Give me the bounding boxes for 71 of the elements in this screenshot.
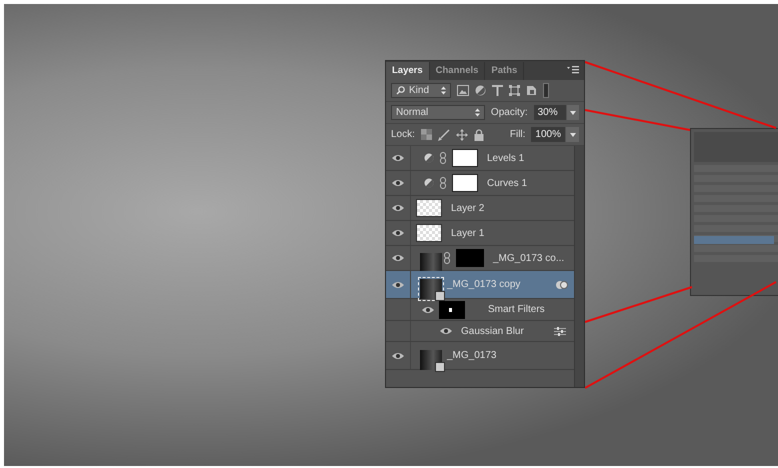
eye-icon[interactable]	[392, 229, 404, 237]
layer-name: _MG_0173	[447, 350, 496, 361]
fill-dropdown-button[interactable]	[566, 127, 579, 142]
eye-icon[interactable]	[440, 327, 452, 335]
transparent-thumbnail	[416, 199, 442, 217]
adjustment-icon	[424, 178, 434, 188]
layer-row[interactable]: _MG_0173 copy	[386, 271, 574, 299]
panel-menu-icon[interactable]	[567, 66, 579, 74]
opacity-dropdown-button[interactable]	[566, 105, 579, 120]
filter-options-icon[interactable]	[554, 326, 566, 336]
fill-label: Fill:	[510, 129, 526, 140]
filter-name: Gaussian Blur	[461, 326, 524, 336]
stepper-icon	[441, 86, 446, 95]
mask-thumbnail	[452, 174, 478, 192]
eye-icon[interactable]	[422, 306, 434, 314]
filter-toggle[interactable]	[543, 83, 549, 98]
opacity-field[interactable]: 30%	[534, 105, 566, 120]
layer-name: Curves 1	[487, 178, 528, 188]
smart-filters-row[interactable]: Smart Filters	[386, 299, 574, 321]
brush-icon[interactable]	[438, 128, 450, 140]
checkerboard-icon[interactable]	[420, 129, 432, 140]
layer-name: Levels 1	[487, 152, 524, 164]
mask-thumbnail	[452, 149, 478, 167]
chain-link-icon	[444, 252, 450, 264]
layer-row[interactable]: Levels 1	[386, 146, 574, 171]
lock-label: Lock:	[391, 129, 415, 140]
chain-link-icon	[440, 177, 446, 189]
mask-thumbnail	[456, 249, 484, 267]
layer-name: Layer 1	[451, 228, 484, 238]
adjustment-icon	[424, 153, 434, 163]
eye-icon[interactable]	[392, 254, 404, 262]
stepper-icon	[474, 108, 480, 117]
filter-dropdown[interactable]: Kind	[391, 83, 451, 98]
smart-object-filter-icon[interactable]	[526, 85, 537, 96]
layer-name: _MG_0173 copy	[447, 279, 520, 290]
caret-icon	[570, 132, 576, 136]
layer-row[interactable]: Layer 2	[386, 196, 574, 221]
caret-icon	[570, 110, 576, 114]
layer-row[interactable]: Layer 1	[386, 221, 574, 246]
smart-object-thumbnail	[420, 278, 442, 298]
chain-link-icon	[440, 152, 446, 164]
eye-icon[interactable]	[392, 280, 404, 288]
layer-row[interactable]: Curves 1	[386, 171, 574, 196]
eye-icon[interactable]	[392, 352, 404, 360]
fill-field[interactable]: 100%	[531, 127, 565, 142]
layer-name: Layer 2	[451, 202, 484, 214]
layer-row[interactable]: _MG_0173	[386, 342, 574, 370]
smart-filter-icon[interactable]	[556, 280, 568, 290]
eye-icon[interactable]	[392, 179, 404, 187]
smart-object-thumbnail	[420, 350, 442, 370]
blend-mode-value: Normal	[396, 107, 430, 118]
adjustment-filter-icon[interactable]	[475, 85, 486, 96]
lock-icon[interactable]	[474, 128, 484, 140]
smart-filters-name: Smart Filters	[488, 304, 545, 315]
filter-mask-thumbnail	[439, 300, 465, 318]
shape-filter-icon[interactable]	[509, 85, 520, 96]
layer-name: _MG_0173 co...	[493, 252, 564, 264]
scrollbar[interactable]	[574, 146, 584, 387]
eye-icon[interactable]	[392, 204, 404, 212]
move-icon[interactable]	[456, 128, 468, 140]
filter-row[interactable]: Gaussian Blur	[386, 321, 574, 342]
blend-mode-dropdown[interactable]: Normal	[391, 105, 485, 120]
photo-thumbnail	[420, 253, 442, 271]
transparent-thumbnail	[416, 224, 442, 242]
panel-tab[interactable]: Layers	[386, 62, 430, 80]
filter-value: Kind	[409, 85, 430, 96]
eye-icon[interactable]	[392, 154, 404, 162]
opacity-label: Opacity:	[490, 107, 528, 118]
type-filter-icon[interactable]	[492, 85, 503, 96]
search-icon	[396, 86, 405, 95]
image-filter-icon[interactable]	[457, 85, 469, 96]
